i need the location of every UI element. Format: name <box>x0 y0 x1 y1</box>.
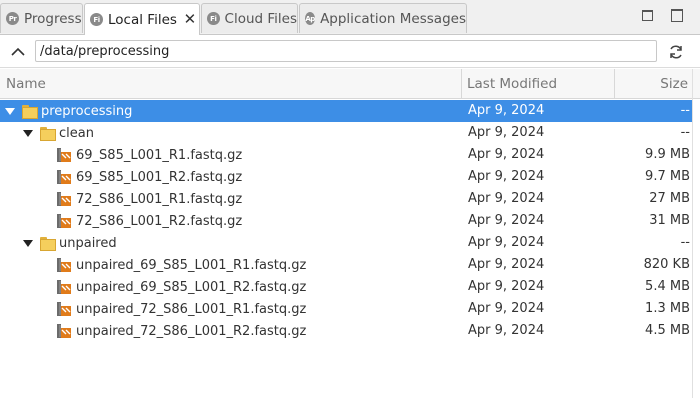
item-name: 69_S85_L001_R2.fastq.gz <box>76 169 243 185</box>
file-row[interactable]: 72_S86_L001_R2.fastq.gz Apr 9, 2024 31 MB <box>0 210 692 232</box>
file-row[interactable]: unpaired_69_S85_L001_R1.fastq.gz Apr 9, 2… <box>0 254 692 276</box>
size-cell: 4.5 MB <box>645 323 690 338</box>
table-header: Name Last Modified Size <box>0 69 700 99</box>
name-cell: unpaired_69_S85_L001_R2.fastq.gz <box>56 276 306 298</box>
item-name: 72_S86_L001_R2.fastq.gz <box>76 213 243 229</box>
last-modified-cell: Apr 9, 2024 <box>468 169 545 184</box>
name-cell: unpaired_69_S85_L001_R1.fastq.gz <box>56 254 306 276</box>
tab-label: Progress <box>24 10 82 27</box>
file-row[interactable]: unpaired_72_S86_L001_R2.fastq.gz Apr 9, 2… <box>0 320 692 342</box>
item-name: unpaired_72_S86_L001_R1.fastq.gz <box>76 301 307 317</box>
tab-bar: Pr Progress Fi Local Files ✕ Fi Cloud Fi… <box>0 0 700 35</box>
application-messages-icon: Ap <box>305 12 315 25</box>
tab-local-files[interactable]: Fi Local Files ✕ <box>84 3 200 35</box>
fastq-file-icon <box>56 279 72 295</box>
local-files-icon: Fi <box>90 13 103 26</box>
file-row[interactable]: 69_S85_L001_R2.fastq.gz Apr 9, 2024 9.7 MB <box>0 166 692 188</box>
size-cell: 5.4 MB <box>645 279 690 294</box>
file-row[interactable]: unpaired_69_S85_L001_R2.fastq.gz Apr 9, 2… <box>0 276 692 298</box>
tab-label: Application Messages <box>320 10 466 27</box>
column-header-name[interactable]: Name <box>6 69 46 99</box>
name-cell: unpaired_72_S86_L001_R2.fastq.gz <box>56 320 306 342</box>
name-cell: 72_S86_L001_R1.fastq.gz <box>56 188 242 210</box>
last-modified-cell: Apr 9, 2024 <box>468 125 545 140</box>
size-cell: 31 MB <box>649 213 690 228</box>
size-cell: 9.7 MB <box>645 169 690 184</box>
tab-label: Local Files <box>108 11 177 28</box>
divider <box>692 69 693 398</box>
last-modified-cell: Apr 9, 2024 <box>468 235 545 250</box>
size-cell: -- <box>680 235 690 250</box>
file-row[interactable]: 72_S86_L001_R1.fastq.gz Apr 9, 2024 27 MB <box>0 188 692 210</box>
name-cell: clean <box>22 122 94 144</box>
item-name: unpaired <box>59 235 117 251</box>
item-name: unpaired_69_S85_L001_R1.fastq.gz <box>76 257 307 273</box>
name-cell: unpaired_72_S86_L001_R1.fastq.gz <box>56 298 306 320</box>
tab-progress[interactable]: Pr Progress <box>0 3 83 33</box>
size-cell: -- <box>680 103 690 118</box>
size-cell: 27 MB <box>649 191 690 206</box>
folder-row[interactable]: unpaired Apr 9, 2024 -- <box>0 232 692 254</box>
file-row[interactable]: unpaired_72_S86_L001_R1.fastq.gz Apr 9, 2… <box>0 298 692 320</box>
refresh-button[interactable] <box>666 42 686 62</box>
column-resize-handle[interactable] <box>461 69 462 99</box>
folder-icon <box>40 237 56 251</box>
item-name: preprocessing <box>41 103 133 119</box>
column-header-size[interactable]: Size <box>660 69 688 99</box>
last-modified-cell: Apr 9, 2024 <box>468 103 545 118</box>
name-cell: 72_S86_L001_R2.fastq.gz <box>56 210 242 232</box>
last-modified-cell: Apr 9, 2024 <box>468 323 545 338</box>
size-cell: -- <box>680 125 690 140</box>
progress-icon: Pr <box>6 12 19 25</box>
expand-toggle-icon[interactable] <box>4 100 16 122</box>
item-name: unpaired_72_S86_L001_R2.fastq.gz <box>76 323 307 339</box>
file-row[interactable]: 69_S85_L001_R1.fastq.gz Apr 9, 2024 9.9 MB <box>0 144 692 166</box>
maximize-icon[interactable] <box>670 8 684 22</box>
item-name: clean <box>59 125 94 141</box>
up-directory-button[interactable] <box>8 42 28 62</box>
size-cell: 820 KB <box>643 257 690 272</box>
folder-row[interactable]: preprocessing Apr 9, 2024 -- <box>0 100 692 122</box>
fastq-file-icon <box>56 191 72 207</box>
column-resize-handle[interactable] <box>614 69 615 99</box>
item-name: unpaired_69_S85_L001_R2.fastq.gz <box>76 279 307 295</box>
fastq-file-icon <box>56 213 72 229</box>
folder-icon <box>40 127 56 141</box>
file-tree: preprocessing Apr 9, 2024 -- clean Apr 9, 20… <box>0 100 692 342</box>
expand-toggle-icon[interactable] <box>22 122 34 144</box>
tab-label: Cloud Files <box>224 10 297 27</box>
size-cell: 1.3 MB <box>645 301 690 316</box>
expand-toggle-icon[interactable] <box>22 232 34 254</box>
fastq-file-icon <box>56 147 72 163</box>
cloud-files-icon: Fi <box>207 12 220 25</box>
fastq-file-icon <box>56 323 72 339</box>
tab-application-messages[interactable]: Ap Application Messages <box>299 3 467 33</box>
item-name: 72_S86_L001_R1.fastq.gz <box>76 191 243 207</box>
last-modified-cell: Apr 9, 2024 <box>468 301 545 316</box>
minimize-icon[interactable] <box>640 8 654 22</box>
close-icon[interactable]: ✕ <box>183 12 197 27</box>
last-modified-cell: Apr 9, 2024 <box>468 147 545 162</box>
name-cell: 69_S85_L001_R2.fastq.gz <box>56 166 242 188</box>
last-modified-cell: Apr 9, 2024 <box>468 257 545 272</box>
last-modified-cell: Apr 9, 2024 <box>468 191 545 206</box>
path-input[interactable] <box>35 40 657 62</box>
fastq-file-icon <box>56 257 72 273</box>
name-cell: 69_S85_L001_R1.fastq.gz <box>56 144 242 166</box>
last-modified-cell: Apr 9, 2024 <box>468 213 545 228</box>
chevron-up-icon <box>11 47 25 56</box>
tab-cloud-files[interactable]: Fi Cloud Files <box>201 3 298 33</box>
folder-icon <box>22 105 38 119</box>
last-modified-cell: Apr 9, 2024 <box>468 279 545 294</box>
size-cell: 9.9 MB <box>645 147 690 162</box>
item-name: 69_S85_L001_R1.fastq.gz <box>76 147 243 163</box>
name-cell: preprocessing <box>4 100 132 122</box>
name-cell: unpaired <box>22 232 117 254</box>
fastq-file-icon <box>56 169 72 185</box>
refresh-icon <box>670 45 682 59</box>
column-header-last-modified[interactable]: Last Modified <box>467 69 557 99</box>
path-bar <box>0 36 700 68</box>
fastq-file-icon <box>56 301 72 317</box>
folder-row[interactable]: clean Apr 9, 2024 -- <box>0 122 692 144</box>
